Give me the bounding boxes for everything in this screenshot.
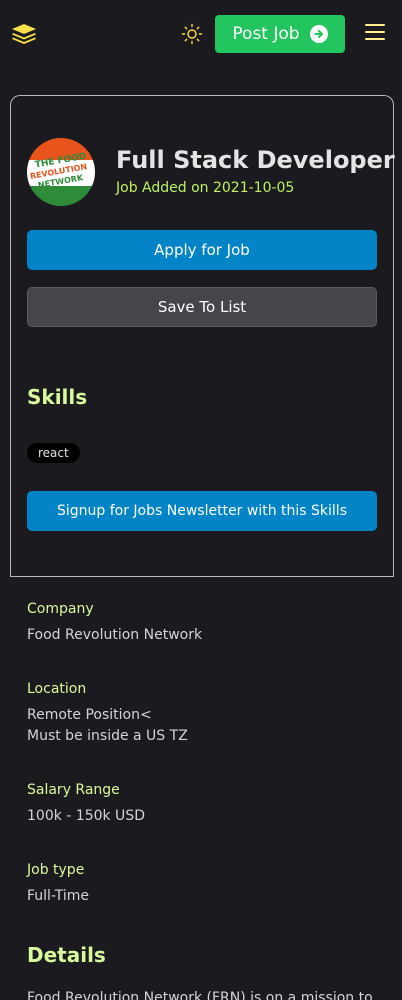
salary-label: Salary Range [27, 782, 120, 798]
section-divider [10, 576, 394, 577]
layers-icon[interactable] [10, 22, 38, 46]
company-logo: THE FOOD REVOLUTION NETWORK [27, 138, 95, 206]
details-heading: Details [27, 943, 106, 967]
company-label: Company [27, 601, 94, 617]
post-job-label: Post Job [232, 24, 300, 44]
location-label: Location [27, 681, 87, 697]
post-job-button[interactable]: Post Job [215, 15, 345, 53]
location-value-line1: Remote Position< [27, 707, 152, 723]
skill-tag[interactable]: react [27, 443, 80, 463]
newsletter-signup-button[interactable]: Signup for Jobs Newsletter with this Ski… [27, 491, 377, 531]
details-text: Food Revolution Network (FRN) is on a mi… [27, 990, 373, 1000]
arrow-right-circle-icon [309, 25, 328, 43]
skills-heading: Skills [27, 385, 88, 409]
job-title: Full Stack Developer [116, 146, 395, 174]
jobtype-label: Job type [27, 862, 85, 878]
job-added-date: Job Added on 2021-10-05 [116, 180, 295, 196]
apply-for-job-button[interactable]: Apply for Job [27, 230, 377, 270]
company-value: Food Revolution Network [27, 627, 203, 643]
salary-value: 100k - 150k USD [27, 808, 145, 824]
jobtype-value: Full-Time [27, 888, 89, 904]
save-to-list-button[interactable]: Save To List [27, 287, 377, 327]
top-navbar: Post Job [0, 0, 402, 66]
hamburger-menu-icon[interactable] [365, 24, 385, 42]
location-value-line2: Must be inside a US TZ [27, 728, 188, 744]
sun-icon[interactable] [180, 22, 204, 46]
